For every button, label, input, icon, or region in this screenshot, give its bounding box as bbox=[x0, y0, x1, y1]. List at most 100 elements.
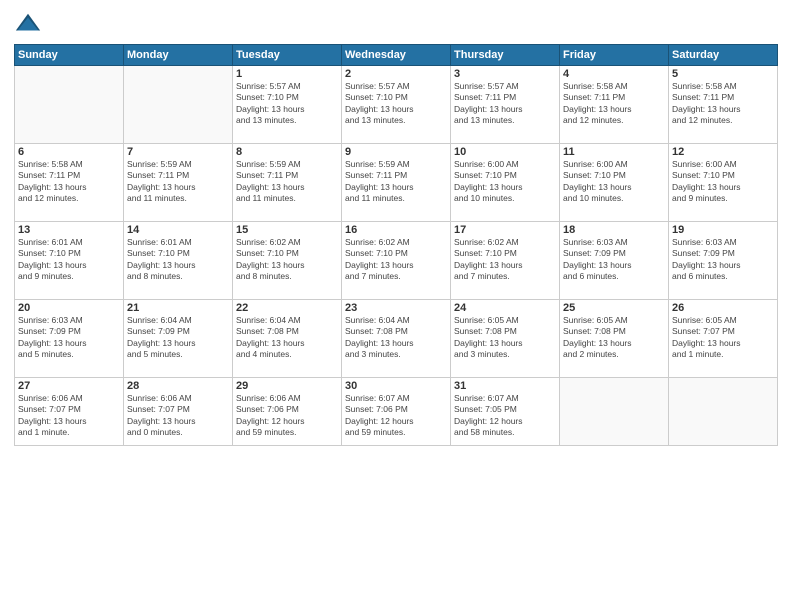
calendar-cell: 8Sunrise: 5:59 AM Sunset: 7:11 PM Daylig… bbox=[233, 144, 342, 222]
calendar-week-row: 1Sunrise: 5:57 AM Sunset: 7:10 PM Daylig… bbox=[15, 66, 778, 144]
page-container: SundayMondayTuesdayWednesdayThursdayFrid… bbox=[0, 0, 792, 612]
weekday-header: Friday bbox=[560, 45, 669, 66]
calendar-cell bbox=[560, 378, 669, 446]
day-number: 28 bbox=[127, 380, 229, 392]
day-number: 3 bbox=[454, 68, 556, 80]
day-info: Sunrise: 6:00 AM Sunset: 7:10 PM Dayligh… bbox=[672, 159, 774, 205]
day-number: 23 bbox=[345, 302, 447, 314]
day-number: 24 bbox=[454, 302, 556, 314]
calendar-cell: 12Sunrise: 6:00 AM Sunset: 7:10 PM Dayli… bbox=[669, 144, 778, 222]
day-info: Sunrise: 5:58 AM Sunset: 7:11 PM Dayligh… bbox=[18, 159, 120, 205]
day-info: Sunrise: 5:58 AM Sunset: 7:11 PM Dayligh… bbox=[563, 81, 665, 127]
day-number: 20 bbox=[18, 302, 120, 314]
day-info: Sunrise: 5:57 AM Sunset: 7:10 PM Dayligh… bbox=[236, 81, 338, 127]
day-number: 15 bbox=[236, 224, 338, 236]
day-info: Sunrise: 6:01 AM Sunset: 7:10 PM Dayligh… bbox=[18, 237, 120, 283]
calendar-cell: 17Sunrise: 6:02 AM Sunset: 7:10 PM Dayli… bbox=[451, 222, 560, 300]
logo bbox=[14, 10, 44, 38]
day-number: 13 bbox=[18, 224, 120, 236]
day-info: Sunrise: 6:03 AM Sunset: 7:09 PM Dayligh… bbox=[672, 237, 774, 283]
calendar-cell: 4Sunrise: 5:58 AM Sunset: 7:11 PM Daylig… bbox=[560, 66, 669, 144]
day-number: 18 bbox=[563, 224, 665, 236]
calendar-cell: 15Sunrise: 6:02 AM Sunset: 7:10 PM Dayli… bbox=[233, 222, 342, 300]
day-number: 2 bbox=[345, 68, 447, 80]
weekday-header: Sunday bbox=[15, 45, 124, 66]
calendar-cell: 13Sunrise: 6:01 AM Sunset: 7:10 PM Dayli… bbox=[15, 222, 124, 300]
day-info: Sunrise: 6:06 AM Sunset: 7:06 PM Dayligh… bbox=[236, 393, 338, 439]
day-number: 17 bbox=[454, 224, 556, 236]
day-number: 12 bbox=[672, 146, 774, 158]
day-info: Sunrise: 5:57 AM Sunset: 7:11 PM Dayligh… bbox=[454, 81, 556, 127]
weekday-header: Tuesday bbox=[233, 45, 342, 66]
calendar-cell: 9Sunrise: 5:59 AM Sunset: 7:11 PM Daylig… bbox=[342, 144, 451, 222]
day-info: Sunrise: 6:07 AM Sunset: 7:05 PM Dayligh… bbox=[454, 393, 556, 439]
day-info: Sunrise: 6:06 AM Sunset: 7:07 PM Dayligh… bbox=[18, 393, 120, 439]
day-info: Sunrise: 5:57 AM Sunset: 7:10 PM Dayligh… bbox=[345, 81, 447, 127]
day-info: Sunrise: 6:05 AM Sunset: 7:08 PM Dayligh… bbox=[454, 315, 556, 361]
calendar-cell: 2Sunrise: 5:57 AM Sunset: 7:10 PM Daylig… bbox=[342, 66, 451, 144]
day-info: Sunrise: 6:02 AM Sunset: 7:10 PM Dayligh… bbox=[454, 237, 556, 283]
day-number: 7 bbox=[127, 146, 229, 158]
calendar-week-row: 13Sunrise: 6:01 AM Sunset: 7:10 PM Dayli… bbox=[15, 222, 778, 300]
calendar-cell: 24Sunrise: 6:05 AM Sunset: 7:08 PM Dayli… bbox=[451, 300, 560, 378]
calendar-cell: 7Sunrise: 5:59 AM Sunset: 7:11 PM Daylig… bbox=[124, 144, 233, 222]
weekday-header: Wednesday bbox=[342, 45, 451, 66]
day-info: Sunrise: 6:04 AM Sunset: 7:09 PM Dayligh… bbox=[127, 315, 229, 361]
calendar-cell: 20Sunrise: 6:03 AM Sunset: 7:09 PM Dayli… bbox=[15, 300, 124, 378]
calendar-cell: 3Sunrise: 5:57 AM Sunset: 7:11 PM Daylig… bbox=[451, 66, 560, 144]
day-number: 22 bbox=[236, 302, 338, 314]
day-number: 5 bbox=[672, 68, 774, 80]
calendar-cell: 28Sunrise: 6:06 AM Sunset: 7:07 PM Dayli… bbox=[124, 378, 233, 446]
calendar-cell: 6Sunrise: 5:58 AM Sunset: 7:11 PM Daylig… bbox=[15, 144, 124, 222]
day-number: 19 bbox=[672, 224, 774, 236]
day-number: 11 bbox=[563, 146, 665, 158]
day-number: 10 bbox=[454, 146, 556, 158]
calendar-week-row: 20Sunrise: 6:03 AM Sunset: 7:09 PM Dayli… bbox=[15, 300, 778, 378]
calendar-cell: 16Sunrise: 6:02 AM Sunset: 7:10 PM Dayli… bbox=[342, 222, 451, 300]
day-info: Sunrise: 6:02 AM Sunset: 7:10 PM Dayligh… bbox=[345, 237, 447, 283]
day-info: Sunrise: 5:59 AM Sunset: 7:11 PM Dayligh… bbox=[127, 159, 229, 205]
day-info: Sunrise: 5:59 AM Sunset: 7:11 PM Dayligh… bbox=[345, 159, 447, 205]
calendar-cell: 30Sunrise: 6:07 AM Sunset: 7:06 PM Dayli… bbox=[342, 378, 451, 446]
day-info: Sunrise: 5:59 AM Sunset: 7:11 PM Dayligh… bbox=[236, 159, 338, 205]
day-number: 26 bbox=[672, 302, 774, 314]
calendar-cell bbox=[124, 66, 233, 144]
day-info: Sunrise: 6:00 AM Sunset: 7:10 PM Dayligh… bbox=[563, 159, 665, 205]
calendar-cell bbox=[15, 66, 124, 144]
day-info: Sunrise: 6:06 AM Sunset: 7:07 PM Dayligh… bbox=[127, 393, 229, 439]
day-number: 4 bbox=[563, 68, 665, 80]
weekday-header-row: SundayMondayTuesdayWednesdayThursdayFrid… bbox=[15, 45, 778, 66]
calendar-cell: 23Sunrise: 6:04 AM Sunset: 7:08 PM Dayli… bbox=[342, 300, 451, 378]
day-info: Sunrise: 6:02 AM Sunset: 7:10 PM Dayligh… bbox=[236, 237, 338, 283]
calendar: SundayMondayTuesdayWednesdayThursdayFrid… bbox=[14, 44, 778, 446]
day-number: 31 bbox=[454, 380, 556, 392]
day-number: 30 bbox=[345, 380, 447, 392]
day-info: Sunrise: 6:04 AM Sunset: 7:08 PM Dayligh… bbox=[345, 315, 447, 361]
calendar-cell: 10Sunrise: 6:00 AM Sunset: 7:10 PM Dayli… bbox=[451, 144, 560, 222]
day-number: 29 bbox=[236, 380, 338, 392]
day-number: 8 bbox=[236, 146, 338, 158]
header bbox=[14, 10, 778, 38]
day-number: 16 bbox=[345, 224, 447, 236]
day-number: 14 bbox=[127, 224, 229, 236]
calendar-cell: 27Sunrise: 6:06 AM Sunset: 7:07 PM Dayli… bbox=[15, 378, 124, 446]
calendar-cell: 22Sunrise: 6:04 AM Sunset: 7:08 PM Dayli… bbox=[233, 300, 342, 378]
calendar-cell: 5Sunrise: 5:58 AM Sunset: 7:11 PM Daylig… bbox=[669, 66, 778, 144]
calendar-cell bbox=[669, 378, 778, 446]
day-info: Sunrise: 5:58 AM Sunset: 7:11 PM Dayligh… bbox=[672, 81, 774, 127]
weekday-header: Saturday bbox=[669, 45, 778, 66]
weekday-header: Monday bbox=[124, 45, 233, 66]
day-info: Sunrise: 6:04 AM Sunset: 7:08 PM Dayligh… bbox=[236, 315, 338, 361]
calendar-cell: 21Sunrise: 6:04 AM Sunset: 7:09 PM Dayli… bbox=[124, 300, 233, 378]
calendar-cell: 1Sunrise: 5:57 AM Sunset: 7:10 PM Daylig… bbox=[233, 66, 342, 144]
day-info: Sunrise: 6:00 AM Sunset: 7:10 PM Dayligh… bbox=[454, 159, 556, 205]
day-number: 25 bbox=[563, 302, 665, 314]
calendar-week-row: 27Sunrise: 6:06 AM Sunset: 7:07 PM Dayli… bbox=[15, 378, 778, 446]
calendar-week-row: 6Sunrise: 5:58 AM Sunset: 7:11 PM Daylig… bbox=[15, 144, 778, 222]
day-number: 27 bbox=[18, 380, 120, 392]
calendar-cell: 11Sunrise: 6:00 AM Sunset: 7:10 PM Dayli… bbox=[560, 144, 669, 222]
calendar-cell: 19Sunrise: 6:03 AM Sunset: 7:09 PM Dayli… bbox=[669, 222, 778, 300]
day-info: Sunrise: 6:05 AM Sunset: 7:08 PM Dayligh… bbox=[563, 315, 665, 361]
calendar-cell: 26Sunrise: 6:05 AM Sunset: 7:07 PM Dayli… bbox=[669, 300, 778, 378]
calendar-cell: 14Sunrise: 6:01 AM Sunset: 7:10 PM Dayli… bbox=[124, 222, 233, 300]
